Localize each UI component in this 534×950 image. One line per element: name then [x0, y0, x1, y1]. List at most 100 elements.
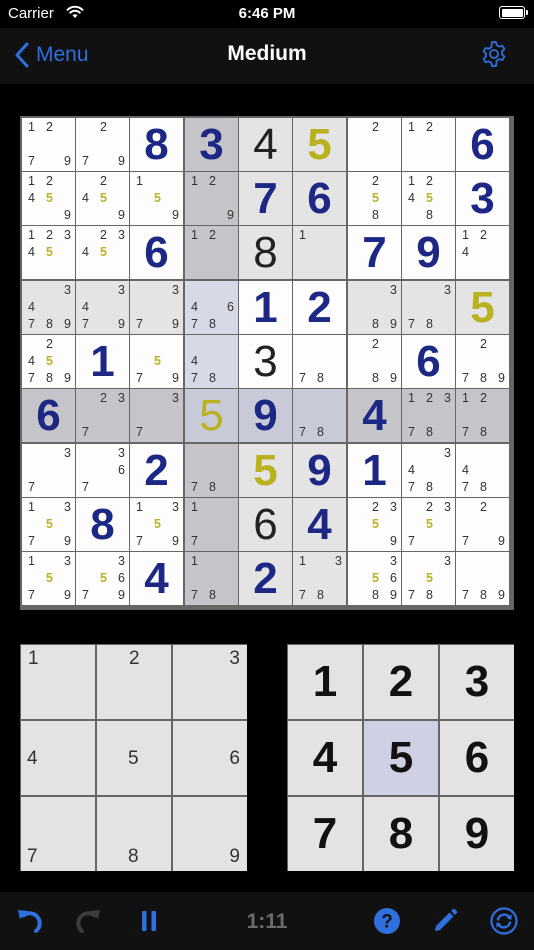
digit-key-7[interactable]: 7 — [288, 797, 362, 871]
sudoku-cell-r4c4[interactable]: 4 6 78 — [185, 281, 238, 334]
sudoku-cell-r5c9[interactable]: 2 789 — [456, 335, 509, 388]
notes-key-6[interactable]: 6 — [173, 721, 247, 795]
sudoku-cell-r9c8[interactable]: 3578 — [402, 552, 455, 605]
sudoku-cell-r8c8[interactable]: 2357 — [402, 498, 455, 551]
notes-key-8[interactable]: 8 — [97, 797, 171, 871]
sudoku-cell-r9c3[interactable]: 4 — [130, 552, 183, 605]
sudoku-cell-r3c9[interactable]: 124 — [456, 226, 509, 279]
sudoku-cell-r2c2[interactable]: 2459 — [76, 172, 129, 225]
sudoku-cell-r5c6[interactable]: 78 — [293, 335, 346, 388]
sudoku-cell-r4c1[interactable]: 3 4 789 — [22, 281, 75, 334]
sudoku-cell-r7c7[interactable]: 1 — [348, 444, 401, 497]
digit-key-4[interactable]: 4 — [288, 721, 362, 795]
sudoku-cell-r7c2[interactable]: 3 6 7 — [76, 444, 129, 497]
sudoku-cell-r8c3[interactable]: 1 357 9 — [130, 498, 183, 551]
sudoku-cell-r7c4[interactable]: 78 — [185, 444, 238, 497]
refresh-icon[interactable] — [489, 906, 519, 936]
sudoku-cell-r2c9[interactable]: 3 — [456, 172, 509, 225]
sudoku-cell-r1c6[interactable]: 5 — [293, 118, 346, 171]
sudoku-cell-r5c2[interactable]: 1 — [76, 335, 129, 388]
sudoku-cell-r6c2[interactable]: 23 7 — [76, 389, 129, 442]
sudoku-cell-r4c7[interactable]: 3 89 — [348, 281, 401, 334]
sudoku-cell-r3c3[interactable]: 6 — [130, 226, 183, 279]
sudoku-cell-r7c8[interactable]: 3 4 78 — [402, 444, 455, 497]
sudoku-cell-r8c5[interactable]: 6 — [239, 498, 292, 551]
sudoku-cell-r3c1[interactable]: 123 45 — [22, 226, 75, 279]
sudoku-cell-r3c4[interactable]: 12 — [185, 226, 238, 279]
sudoku-cell-r4c3[interactable]: 3 7 9 — [130, 281, 183, 334]
digit-key-8[interactable]: 8 — [364, 797, 438, 871]
sudoku-cell-r6c8[interactable]: 123 78 — [402, 389, 455, 442]
sudoku-cell-r2c7[interactable]: 2 5 8 — [348, 172, 401, 225]
sudoku-cell-r5c1[interactable]: 245789 — [22, 335, 75, 388]
sudoku-cell-r2c3[interactable]: 159 — [130, 172, 183, 225]
sudoku-cell-r7c1[interactable]: 37 — [22, 444, 75, 497]
sudoku-cell-r8c2[interactable]: 8 — [76, 498, 129, 551]
sudoku-cell-r3c8[interactable]: 9 — [402, 226, 455, 279]
sudoku-cell-r6c5[interactable]: 9 — [239, 389, 292, 442]
sudoku-cell-r1c1[interactable]: 12 7 9 — [22, 118, 75, 171]
sudoku-cell-r2c4[interactable]: 12 9 — [185, 172, 238, 225]
sudoku-cell-r9c2[interactable]: 356 7 9 — [76, 552, 129, 605]
sudoku-cell-r9c1[interactable]: 1 357 9 — [22, 552, 75, 605]
sudoku-cell-r3c5[interactable]: 8 — [239, 226, 292, 279]
notes-key-7[interactable]: 7 — [21, 797, 95, 871]
sudoku-cell-r5c4[interactable]: 4 78 — [185, 335, 238, 388]
sudoku-cell-r2c5[interactable]: 7 — [239, 172, 292, 225]
notes-key-1[interactable]: 1 — [21, 645, 95, 719]
pencil-icon[interactable] — [430, 906, 460, 936]
notes-key-5[interactable]: 5 — [97, 721, 171, 795]
sudoku-cell-r4c6[interactable]: 2 — [293, 281, 346, 334]
sudoku-cell-r1c4[interactable]: 3 — [185, 118, 238, 171]
sudoku-cell-r9c6[interactable]: 1 3 78 — [293, 552, 346, 605]
notes-key-2[interactable]: 2 — [97, 645, 171, 719]
sudoku-cell-r9c4[interactable]: 1 78 — [185, 552, 238, 605]
notes-key-3[interactable]: 3 — [173, 645, 247, 719]
sudoku-cell-r3c7[interactable]: 7 — [348, 226, 401, 279]
sudoku-cell-r8c9[interactable]: 2 7 9 — [456, 498, 509, 551]
sudoku-cell-r8c1[interactable]: 1 357 9 — [22, 498, 75, 551]
sudoku-cell-r6c7[interactable]: 4 — [348, 389, 401, 442]
sudoku-cell-r2c1[interactable]: 12459 — [22, 172, 75, 225]
sudoku-cell-r1c3[interactable]: 8 — [130, 118, 183, 171]
sudoku-cell-r3c6[interactable]: 1 — [293, 226, 346, 279]
sudoku-cell-r9c5[interactable]: 2 — [239, 552, 292, 605]
digit-key-9[interactable]: 9 — [440, 797, 514, 871]
digit-key-5[interactable]: 5 — [364, 721, 438, 795]
sudoku-cell-r5c7[interactable]: 2 89 — [348, 335, 401, 388]
sudoku-cell-r3c2[interactable]: 23 45 — [76, 226, 129, 279]
sudoku-cell-r1c2[interactable]: 2 7 9 — [76, 118, 129, 171]
sudoku-cell-r8c4[interactable]: 17 — [185, 498, 238, 551]
sudoku-cell-r6c4[interactable]: 5 — [185, 389, 238, 442]
sudoku-cell-r1c7[interactable]: 2 — [348, 118, 401, 171]
sudoku-cell-r7c3[interactable]: 2 — [130, 444, 183, 497]
gear-icon[interactable] — [480, 40, 508, 68]
sudoku-cell-r6c1[interactable]: 6 — [22, 389, 75, 442]
sudoku-cell-r9c9[interactable]: 789 — [456, 552, 509, 605]
sudoku-cell-r7c9[interactable]: 4 78 — [456, 444, 509, 497]
sudoku-cell-r1c9[interactable]: 6 — [456, 118, 509, 171]
digit-key-1[interactable]: 1 — [288, 645, 362, 719]
help-icon[interactable]: ? — [372, 906, 402, 936]
notes-key-4[interactable]: 4 — [21, 721, 95, 795]
digit-key-6[interactable]: 6 — [440, 721, 514, 795]
digit-key-2[interactable]: 2 — [364, 645, 438, 719]
sudoku-cell-r2c8[interactable]: 1245 8 — [402, 172, 455, 225]
sudoku-cell-r7c5[interactable]: 5 — [239, 444, 292, 497]
sudoku-cell-r6c6[interactable]: 78 — [293, 389, 346, 442]
sudoku-cell-r4c5[interactable]: 1 — [239, 281, 292, 334]
sudoku-cell-r5c3[interactable]: 57 9 — [130, 335, 183, 388]
sudoku-cell-r5c8[interactable]: 6 — [402, 335, 455, 388]
sudoku-cell-r8c6[interactable]: 4 — [293, 498, 346, 551]
sudoku-cell-r8c7[interactable]: 2359 — [348, 498, 401, 551]
sudoku-cell-r1c5[interactable]: 4 — [239, 118, 292, 171]
sudoku-cell-r7c6[interactable]: 9 — [293, 444, 346, 497]
sudoku-cell-r1c8[interactable]: 12 — [402, 118, 455, 171]
digit-key-3[interactable]: 3 — [440, 645, 514, 719]
sudoku-cell-r9c7[interactable]: 35689 — [348, 552, 401, 605]
notes-key-9[interactable]: 9 — [173, 797, 247, 871]
sudoku-cell-r6c3[interactable]: 37 — [130, 389, 183, 442]
sudoku-cell-r2c6[interactable]: 6 — [293, 172, 346, 225]
sudoku-cell-r4c8[interactable]: 3 78 — [402, 281, 455, 334]
sudoku-cell-r4c9[interactable]: 5 — [456, 281, 509, 334]
